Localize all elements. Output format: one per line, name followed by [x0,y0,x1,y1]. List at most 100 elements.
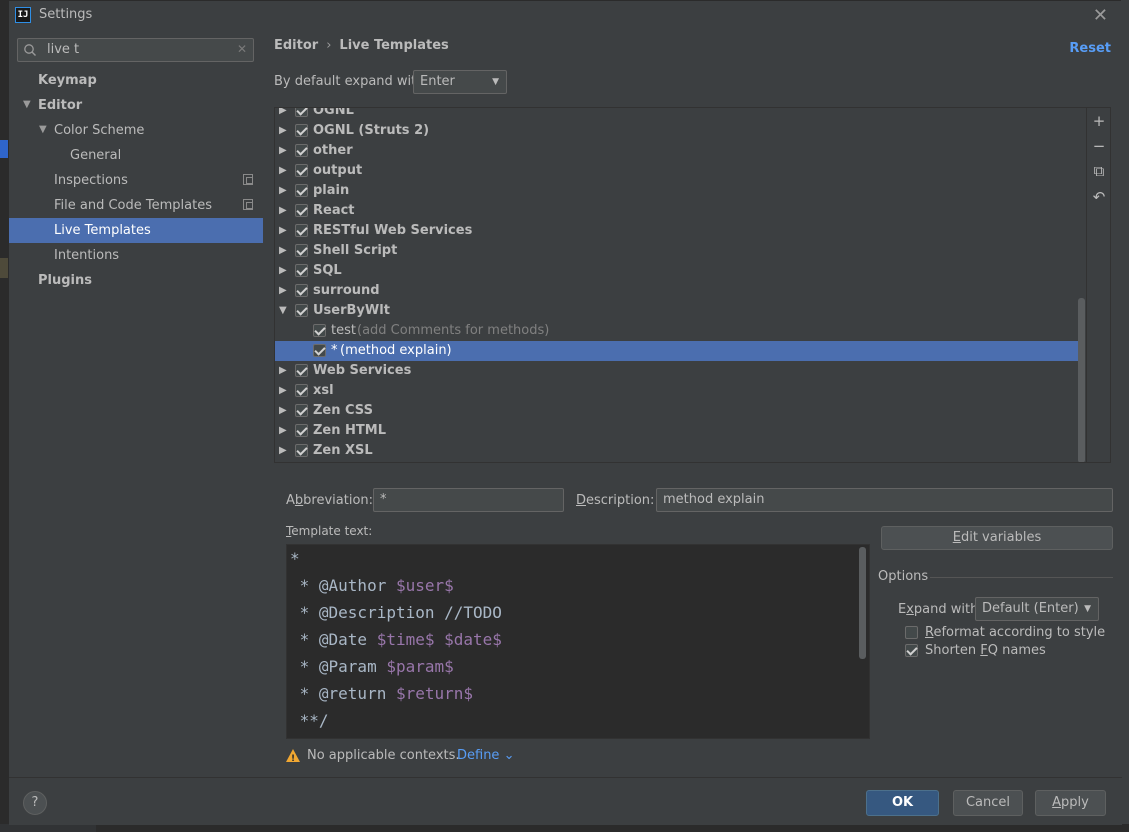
group-name: OGNL (Struts 2) [313,123,430,138]
sidebar-item-keymap[interactable]: Keymap [38,68,97,93]
group-checkbox[interactable] [295,244,308,257]
template-text-editor[interactable]: * * @Author $user$ * @Description //TODO… [286,544,870,739]
template-group-row[interactable]: ▶ Web Services [275,361,1085,381]
sidebar-item-live-templates[interactable]: Live Templates [9,218,263,243]
expand-down-arrow-icon[interactable]: ▼ [39,124,47,135]
collapsed-arrow-icon[interactable]: ▶ [279,241,287,261]
collapsed-arrow-icon[interactable]: ▶ [279,181,287,201]
reset-link[interactable]: Reset [1069,41,1111,56]
default-expand-value: Enter [420,74,455,89]
collapsed-arrow-icon[interactable]: ▶ [279,221,287,241]
background-bottom-edge [0,824,1129,832]
template-group-row[interactable]: ▶ plain [275,181,1085,201]
cancel-button[interactable]: Cancel [953,790,1023,816]
collapsed-arrow-icon[interactable]: ▶ [279,108,287,121]
group-checkbox[interactable] [295,144,308,157]
tree-scrollbar[interactable] [1078,298,1085,462]
reformat-checkbox[interactable] [905,626,918,639]
copy-icon[interactable]: ⧉ [1091,163,1107,179]
group-checkbox[interactable] [295,404,308,417]
template-group-row[interactable]: ▼ UserByWlt [275,301,1085,321]
templates-tree: ▶ OGNL ▶ OGNL (Struts 2) ▶ other ▶ outpu… [274,107,1111,463]
collapsed-arrow-icon[interactable]: ▶ [279,421,287,441]
warning-text: No applicable contexts. [307,748,460,763]
template-group-row[interactable]: ▶ OGNL [275,108,1085,121]
template-group-row[interactable]: ▶ Zen HTML [275,421,1085,441]
edit-variables-button[interactable]: Edit variables [881,526,1113,550]
group-checkbox[interactable] [295,164,308,177]
close-icon[interactable]: ✕ [1093,5,1108,26]
clear-search-icon[interactable]: ✕ [237,42,247,56]
collapsed-arrow-icon[interactable]: ▶ [279,141,287,161]
group-checkbox[interactable] [295,424,308,437]
settings-search-input[interactable]: live t ✕ [17,38,254,62]
group-checkbox[interactable] [295,284,308,297]
background-window-edge [0,0,8,832]
search-value[interactable]: live t [47,42,79,57]
shorten-fq-checkbox[interactable] [905,644,918,657]
abbreviation-input[interactable]: * [373,488,564,512]
collapsed-arrow-icon[interactable]: ▶ [279,381,287,401]
editor-scrollbar[interactable] [859,547,866,659]
background-selection-mark [0,140,8,158]
group-checkbox[interactable] [295,224,308,237]
dialog-button-bar: ? OK Cancel Apply [9,777,1122,825]
sidebar-item-inspections[interactable]: Inspections [54,168,263,193]
template-group-row[interactable]: ▶ surround [275,281,1085,301]
breadcrumb: Editor › Live Templates [274,38,449,53]
template-group-row[interactable]: ▶ Shell Script [275,241,1085,261]
template-group-row[interactable]: ▶ Zen XSL [275,441,1085,461]
template-row[interactable]: test (add Comments for methods) [275,321,1085,341]
define-contexts-link[interactable]: Define ⌄ [457,747,514,765]
remove-icon[interactable]: − [1091,138,1107,154]
collapsed-arrow-icon[interactable]: ▶ [279,281,287,301]
group-checkbox[interactable] [295,108,308,117]
sidebar-item-color-scheme[interactable]: Color Scheme [54,118,144,143]
expand-down-arrow-icon[interactable]: ▼ [23,99,31,110]
collapsed-arrow-icon[interactable]: ▶ [279,201,287,221]
breadcrumb-parent[interactable]: Editor [274,38,318,53]
collapsed-arrow-icon[interactable]: ▶ [279,441,287,461]
sidebar-item-editor[interactable]: Editor [38,93,82,118]
help-button[interactable]: ? [23,791,47,815]
dropdown-arrow-icon: ▼ [492,77,499,87]
template-group-row[interactable]: ▶ React [275,201,1085,221]
description-input[interactable]: method explain [656,488,1113,512]
template-group-row[interactable]: ▶ xsl [275,381,1085,401]
add-icon[interactable]: + [1091,113,1107,129]
group-checkbox[interactable] [295,264,308,277]
template-group-row[interactable]: ▶ Zen CSS [275,401,1085,421]
template-group-row[interactable]: ▶ RESTful Web Services [275,221,1085,241]
group-checkbox[interactable] [295,364,308,377]
apply-button[interactable]: Apply [1035,790,1106,816]
collapsed-arrow-icon[interactable]: ▶ [279,121,287,141]
collapsed-arrow-icon[interactable]: ▶ [279,361,287,381]
group-checkbox[interactable] [295,384,308,397]
group-checkbox[interactable] [295,204,308,217]
collapsed-arrow-icon[interactable]: ▶ [279,401,287,421]
template-group-row[interactable]: ▶ output [275,161,1085,181]
group-checkbox[interactable] [295,444,308,457]
sidebar-item-intentions[interactable]: Intentions [54,243,119,268]
collapsed-arrow-icon[interactable]: ▶ [279,161,287,181]
restore-default-icon[interactable]: ↶ [1091,189,1107,205]
template-row-selected[interactable]: * (method explain) [275,341,1085,361]
group-name: surround [313,283,380,298]
template-checkbox[interactable] [313,324,326,337]
template-checkbox[interactable] [313,344,326,357]
group-checkbox[interactable] [295,304,308,317]
group-checkbox[interactable] [295,124,308,137]
expand-with-select[interactable]: Default (Enter) ▼ [975,597,1099,621]
group-checkbox[interactable] [295,184,308,197]
template-text-line: * @Param $param$ [290,657,454,676]
sidebar-item-plugins[interactable]: Plugins [38,268,92,293]
expanded-arrow-icon[interactable]: ▼ [279,301,287,321]
ok-button[interactable]: OK [866,790,939,816]
template-group-row[interactable]: ▶ SQL [275,261,1085,281]
default-expand-select[interactable]: Enter ▼ [413,70,507,94]
template-group-row[interactable]: ▶ other [275,141,1085,161]
collapsed-arrow-icon[interactable]: ▶ [279,261,287,281]
sidebar-item-file-and-code-templates[interactable]: File and Code Templates [54,193,263,218]
template-group-row[interactable]: ▶ OGNL (Struts 2) [275,121,1085,141]
sidebar-item-general[interactable]: General [70,143,121,168]
